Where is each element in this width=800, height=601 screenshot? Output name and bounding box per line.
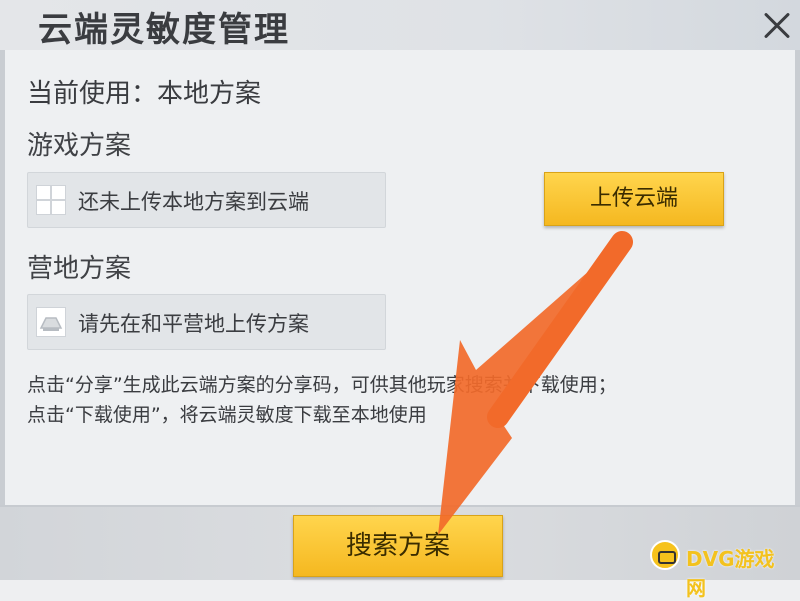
site-watermark: DVG游戏网 <box>650 540 790 600</box>
grid-icon <box>36 185 66 215</box>
camp-plan-heading: 营地方案 <box>27 254 132 284</box>
camp-plan-status-text: 请先在和平营地上传方案 <box>78 312 309 336</box>
upload-cloud-button[interactable]: 上传云端 <box>544 172 724 226</box>
description-line-2: 点击“下载使用”，将云端灵敏度下载至本地使用 <box>27 404 427 426</box>
watermark-text: DVG游戏网 <box>686 547 775 600</box>
game-plan-heading: 游戏方案 <box>27 131 132 161</box>
frame-right <box>795 50 800 505</box>
frame-left <box>0 50 5 505</box>
current-usage-label: 当前使用：本地方案 <box>27 79 262 109</box>
dialog-title: 云端灵敏度管理 <box>38 10 290 50</box>
game-plan-status-box: 还未上传本地方案到云端 <box>27 172 386 228</box>
close-icon[interactable] <box>758 6 796 44</box>
gamepad-icon <box>650 540 680 570</box>
camp-plan-status-box: 请先在和平营地上传方案 <box>27 294 386 350</box>
description-line-1: 点击“分享”生成此云端方案的分享码，可供其他玩家搜索并下载使用； <box>27 374 617 396</box>
camp-icon <box>36 307 66 337</box>
game-plan-status-text: 还未上传本地方案到云端 <box>78 190 309 214</box>
search-plan-button[interactable]: 搜索方案 <box>293 515 503 577</box>
footer-divider <box>0 505 800 507</box>
